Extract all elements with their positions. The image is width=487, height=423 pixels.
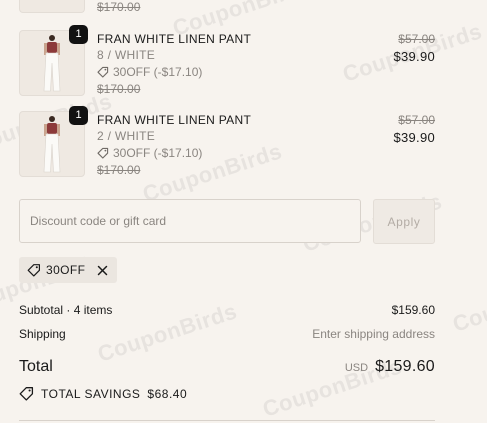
product-variant: 8 / WHITE — [97, 48, 156, 62]
item-price: $39.90 — [393, 130, 435, 145]
shipping-label: Shipping — [19, 327, 66, 341]
line-item-partial: $170.00 — [19, 0, 439, 14]
item-discount: 30OFF (-$17.10) — [97, 146, 202, 160]
original-price: $170.00 — [97, 0, 141, 14]
subtotal-row: Subtotal · 4 items $159.60 — [19, 303, 435, 317]
close-icon — [97, 265, 108, 275]
line-item: 1 FRAN WHITE LINEN PANT 8 / WHITE 30OFF … — [19, 25, 435, 98]
savings-value: $68.40 — [147, 386, 188, 401]
remove-discount-button[interactable] — [95, 263, 109, 277]
discount-code-input[interactable] — [19, 199, 361, 243]
item-price: $39.90 — [393, 49, 435, 64]
tag-icon — [27, 264, 40, 277]
savings-label: TOTAL SAVINGS — [41, 386, 141, 401]
total-savings: TOTAL SAVINGS $68.40 — [19, 386, 187, 401]
original-price: $170.00 — [97, 163, 141, 177]
shipping-row: Shipping Enter shipping address — [19, 327, 435, 341]
applied-code-label: 30OFF — [46, 263, 86, 277]
original-price: $170.00 — [97, 82, 141, 96]
line-item: 1 FRAN WHITE LINEN PANT 2 / WHITE 30OFF … — [19, 106, 435, 179]
product-name: FRAN WHITE LINEN PANT — [97, 113, 252, 127]
apply-button[interactable]: Apply — [373, 199, 435, 244]
watermark: CouponBirds — [449, 268, 487, 337]
total-value: $159.60 — [375, 358, 435, 375]
subtotal-value: $159.60 — [391, 303, 435, 317]
product-name: FRAN WHITE LINEN PANT — [97, 32, 252, 46]
subtotal-label: Subtotal · 4 items — [19, 303, 113, 317]
discount-row: Apply — [19, 199, 435, 245]
quantity-badge: 1 — [69, 25, 88, 44]
item-discount-text: 30OFF (-$17.10) — [113, 65, 203, 79]
total-amount-group: USD $159.60 — [345, 358, 435, 376]
checkout-order-summary: { "items_partial": { "old_price": "$170.… — [0, 0, 487, 423]
item-discount-text: 30OFF (-$17.10) — [113, 146, 203, 160]
product-variant: 2 / WHITE — [97, 129, 156, 143]
compare-price: $57.00 — [398, 113, 435, 127]
applied-discount-chip: 30OFF — [19, 257, 118, 283]
quantity-badge: 1 — [69, 106, 88, 125]
currency-code: USD — [344, 362, 369, 374]
total-row: Total USD $159.60 — [19, 358, 435, 376]
item-discount: 30OFF (-$17.10) — [97, 65, 202, 79]
tag-icon — [19, 387, 34, 401]
product-thumbnail — [19, 0, 85, 13]
divider — [19, 420, 435, 421]
total-label: Total — [19, 358, 53, 375]
shipping-value: Enter shipping address — [312, 327, 435, 341]
tag-icon — [97, 66, 109, 78]
tag-icon — [97, 147, 109, 159]
compare-price: $57.00 — [398, 32, 435, 46]
